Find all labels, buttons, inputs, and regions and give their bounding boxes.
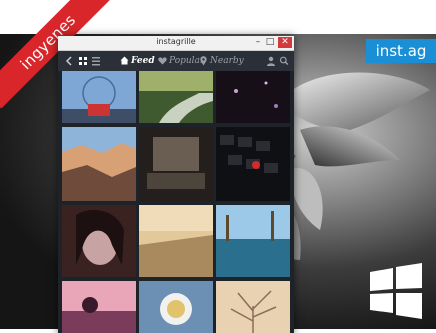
- windows-logo-icon: [370, 263, 422, 319]
- photo-tile-portrait[interactable]: [62, 205, 136, 277]
- photo-tile-night-lights[interactable]: [216, 71, 290, 123]
- photo-tile-london-eye[interactable]: [62, 71, 136, 123]
- pin-icon: [200, 56, 207, 66]
- photo-tile-canyon[interactable]: [62, 127, 136, 201]
- photo-feed: [58, 71, 294, 333]
- user-icon[interactable]: [266, 51, 276, 71]
- photo-tile-keyboard[interactable]: [216, 127, 290, 201]
- list-view-icon[interactable]: [91, 51, 101, 71]
- back-arrow-icon[interactable]: [64, 51, 74, 71]
- tab-popular[interactable]: Popular: [158, 51, 205, 71]
- title-bar[interactable]: instagrille – □ ✕: [58, 36, 294, 51]
- app-window: instagrille – □ ✕ Feed Popular Nearby: [58, 36, 294, 333]
- heart-icon: [158, 57, 167, 65]
- search-icon[interactable]: [279, 51, 289, 71]
- photo-tile-food[interactable]: [139, 281, 213, 333]
- close-button[interactable]: ✕: [278, 37, 292, 48]
- grid-view-icon[interactable]: [78, 51, 88, 71]
- home-icon: [120, 56, 129, 65]
- brand-badge: inst.ag: [366, 39, 436, 63]
- promo-image: ingyenes inst.ag instagrille – □ ✕ Feed …: [0, 0, 436, 333]
- photo-tile-desert-road[interactable]: [139, 205, 213, 277]
- maximize-button[interactable]: □: [264, 37, 276, 48]
- photo-tile-laptop[interactable]: [139, 127, 213, 201]
- tab-feed-label: Feed: [131, 56, 155, 66]
- photo-tile-pool[interactable]: [216, 205, 290, 277]
- photo-tile-sunset-silhouette[interactable]: [62, 281, 136, 333]
- photo-tile-bare-tree[interactable]: [216, 281, 290, 333]
- tab-nearby[interactable]: Nearby: [200, 51, 244, 71]
- tab-feed[interactable]: Feed: [120, 51, 160, 71]
- tab-nearby-label: Nearby: [210, 56, 244, 66]
- photo-tile-forest-stream[interactable]: [139, 71, 213, 123]
- toolbar: Feed Popular Nearby: [58, 51, 294, 71]
- tab-popular-label: Popular: [169, 56, 205, 66]
- minimize-button[interactable]: –: [252, 37, 264, 48]
